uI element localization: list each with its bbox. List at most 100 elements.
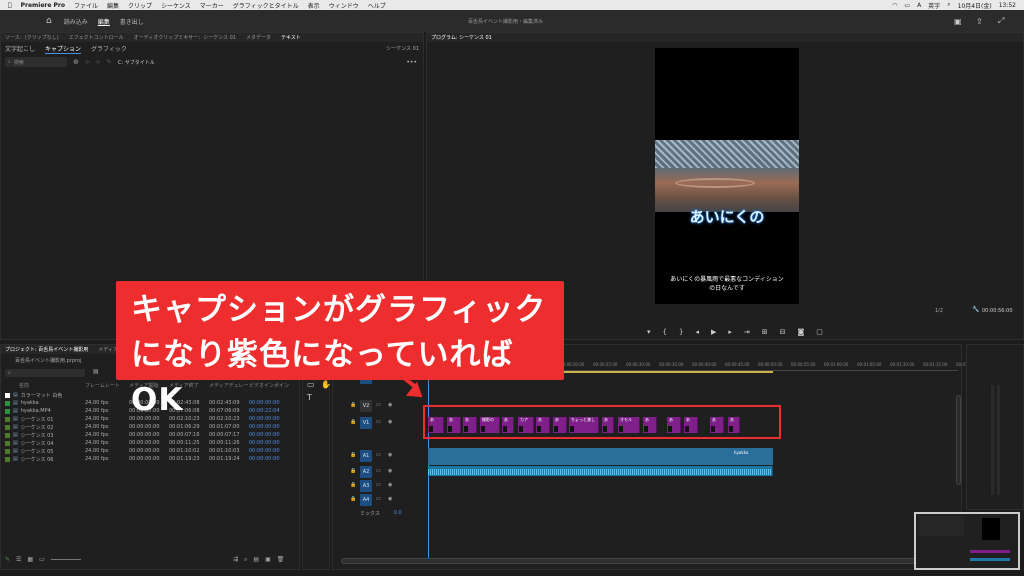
caption-search[interactable]: ⌕ 検索: [5, 57, 67, 67]
tab-project[interactable]: プロジェクト: 百舌鳥イベント撮影用: [5, 346, 88, 353]
mark-out-icon[interactable]: {: [663, 328, 667, 336]
project-item-name[interactable]: ▤ hyakka.MP4: [5, 408, 85, 414]
project-item-row[interactable]: ▤ シーケンス 02 24.00 fps 00:00:00:00 00:01:06:29…: [5, 423, 295, 431]
project-item-name[interactable]: ▤ シーケンス 06: [5, 456, 85, 463]
input-source-indicator[interactable]: A: [917, 2, 921, 9]
go-out-icon[interactable]: ⇥: [744, 328, 750, 336]
step-back-icon[interactable]: ◂: [695, 328, 699, 336]
audio-clip-a1[interactable]: [428, 466, 773, 476]
track-header-a2[interactable]: 🔒 A2 ▭ ◉: [340, 466, 424, 478]
battery-icon[interactable]: ▭: [904, 2, 910, 9]
track-target[interactable]: A3: [360, 480, 372, 492]
bin-icon[interactable]: ▤: [253, 556, 259, 564]
program-timecode[interactable]: 00:00:56:00: [982, 308, 1013, 314]
go-in-icon[interactable]: }: [679, 328, 683, 336]
play-icon[interactable]: ▶: [711, 328, 716, 336]
menu-graphics[interactable]: グラフィックとタイトル: [233, 1, 299, 10]
merge-icon[interactable]: ⟡: [85, 58, 90, 67]
ime-indicator[interactable]: 英字: [928, 1, 940, 10]
comparison-icon[interactable]: ▢: [816, 328, 823, 336]
list-view-icon[interactable]: ☰: [16, 556, 21, 563]
project-item-name[interactable]: ▤ シーケンス 03: [5, 432, 85, 439]
home-icon[interactable]: ⌂: [46, 16, 52, 26]
sync-lock-icon[interactable]: ▭: [376, 452, 381, 458]
project-item-name[interactable]: ▤ hyakka: [5, 400, 85, 406]
tab-audio-mixer[interactable]: オーディオクリップミキサー：シーケンス 01: [134, 34, 236, 41]
overwrite-icon[interactable]: ⊟: [780, 328, 786, 336]
insert-icon[interactable]: ⊞: [762, 328, 768, 336]
share-icon[interactable]: ⇪: [976, 17, 983, 26]
freeform-view-icon[interactable]: ▭: [39, 556, 45, 563]
menu-view[interactable]: 表示: [308, 1, 320, 10]
more-options-icon[interactable]: •••: [406, 59, 417, 66]
project-item-row[interactable]: ▤ シーケンス 06 24.00 fps 00:00:00:00 00:01:19:23…: [5, 455, 295, 463]
project-item-row[interactable]: ▤ シーケンス 05 24.00 fps 00:00:00:00 00:01:10:02…: [5, 447, 295, 455]
step-forward-icon[interactable]: ▸: [728, 328, 732, 336]
workspace-edit[interactable]: 編集: [98, 17, 110, 26]
track-header-a1[interactable]: 🔒 A1 ▭ ◉: [340, 450, 424, 462]
track-target[interactable]: A1: [360, 450, 372, 462]
lock-icon[interactable]: 🔒: [350, 452, 356, 458]
program-title[interactable]: プログラム: シーケンス 01: [431, 34, 492, 41]
time-display[interactable]: 13:52: [999, 2, 1016, 9]
track-target[interactable]: A4: [360, 494, 372, 506]
subtab-captions[interactable]: キャプション: [45, 44, 82, 54]
menu-clip[interactable]: クリップ: [128, 1, 152, 10]
menu-file[interactable]: ファイル: [74, 1, 98, 10]
apple-icon[interactable]: : [8, 2, 12, 9]
col-framerate[interactable]: フレームレート: [85, 382, 129, 389]
search-icon[interactable]: ⌕: [947, 1, 950, 9]
caption-track-label[interactable]: C: サブタイトル: [118, 59, 155, 66]
project-item-row[interactable]: ▤ シーケンス 04 24.00 fps 00:00:00:00 00:00:11:25…: [5, 439, 295, 447]
eye-icon[interactable]: ◉: [388, 452, 392, 458]
wifi-icon[interactable]: ◠: [892, 2, 897, 9]
tab-metadata[interactable]: メタデータ: [246, 34, 271, 41]
menu-window[interactable]: ウィンドウ: [329, 1, 359, 10]
lock-icon[interactable]: 🔒: [350, 482, 356, 488]
project-item-name[interactable]: ▤ シーケンス 02: [5, 424, 85, 431]
video-clip[interactable]: hyakka: [428, 448, 773, 465]
video-frame[interactable]: あいにくの あいにくの暴風雨で最悪なコンディション の日なんです: [655, 48, 799, 304]
lock-icon[interactable]: 🔒: [350, 468, 356, 474]
project-item-name[interactable]: ▤ シーケンス 04: [5, 440, 85, 447]
export-frame-icon[interactable]: ◙: [798, 328, 805, 336]
menu-help[interactable]: ヘルプ: [368, 1, 386, 10]
menu-sequence[interactable]: シーケンス: [161, 1, 191, 10]
split-icon[interactable]: ⟡: [96, 58, 101, 67]
mark-in-icon[interactable]: ▾: [647, 328, 651, 336]
icon-view-icon[interactable]: ▦: [27, 556, 33, 563]
tab-text[interactable]: テキスト: [281, 34, 301, 41]
date-display[interactable]: 10月4日(金): [958, 1, 992, 10]
track-target[interactable]: A2: [360, 466, 372, 478]
subtab-transcript[interactable]: 文字起こし: [5, 44, 35, 53]
lock-icon[interactable]: 🔒: [350, 496, 356, 502]
zoom-select[interactable]: 1/2: [935, 308, 943, 314]
zoom-slider[interactable]: [50, 556, 81, 560]
sync-lock-icon[interactable]: ▭: [376, 468, 381, 474]
fullscreen-icon[interactable]: ⤢: [998, 16, 1004, 26]
project-item-name[interactable]: ▤ シーケンス 01: [5, 416, 85, 423]
project-item-name[interactable]: ▤ シーケンス 05: [5, 448, 85, 455]
sync-lock-icon[interactable]: ▭: [376, 482, 381, 488]
col-name[interactable]: 名前: [5, 382, 85, 389]
pencil-icon[interactable]: ✎: [5, 556, 10, 563]
find-icon[interactable]: ⌕: [244, 556, 247, 564]
project-item-row[interactable]: ▤ シーケンス 03 24.00 fps 00:00:00:00 00:00:07:16…: [5, 431, 295, 439]
eye-icon[interactable]: ◉: [388, 468, 392, 474]
eye-icon[interactable]: ◉: [388, 482, 392, 488]
add-caption-icon[interactable]: ⊕: [73, 58, 79, 66]
subtab-graphics[interactable]: グラフィック: [91, 44, 127, 53]
track-header-a3[interactable]: 🔒 A3 ▭ ◉: [340, 480, 424, 492]
new-item-icon[interactable]: ▣: [265, 556, 271, 564]
trash-icon[interactable]: 🗑: [277, 556, 285, 564]
sync-lock-icon[interactable]: ▭: [376, 496, 381, 502]
tab-source[interactable]: ソース：(クリップなし): [5, 34, 59, 41]
track-header-a4[interactable]: 🔒 A4 ▭ ◉: [340, 494, 424, 506]
workspaces-icon[interactable]: ▣: [954, 17, 962, 26]
timeline-vscroll[interactable]: [956, 395, 961, 485]
workspace-import[interactable]: 読み込み: [64, 17, 88, 26]
menu-marker[interactable]: マーカー: [200, 1, 224, 10]
app-menu[interactable]: Premiere Pro: [21, 2, 65, 9]
mix-value[interactable]: 0.0: [394, 510, 402, 517]
edit-icon[interactable]: ✎: [106, 58, 112, 66]
